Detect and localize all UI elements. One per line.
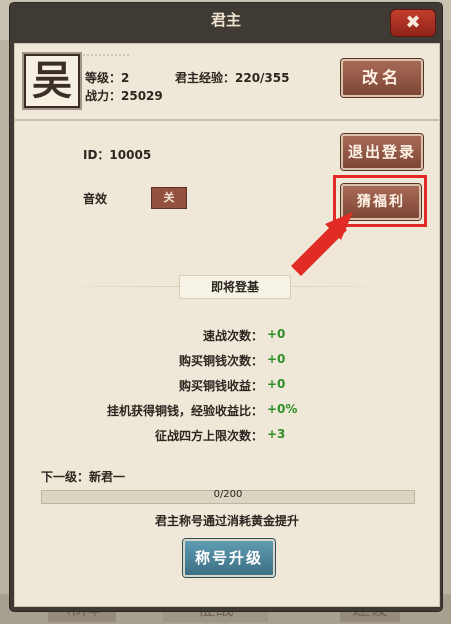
close-button[interactable]: ✖: [390, 9, 436, 37]
panel-content: 吴 等级：2 君主经验：220/355 战力：25029 改名 ID：10005…: [14, 43, 440, 607]
next-level-label: 下一级：新君一: [41, 470, 126, 484]
bonus-label: 购买铜钱收益：: [178, 379, 263, 393]
close-icon: ✖: [405, 12, 421, 33]
panel-titlebar: 君主 ✖: [10, 3, 442, 39]
bonus-value: +3: [267, 427, 286, 441]
progress-text: 0/200: [213, 489, 243, 500]
bonus-label: 征战四方上限次数：: [154, 429, 263, 443]
lord-panel: 君主 ✖ 吴 等级：2 君主经验：220/355 战力：25029 改名 ID：…: [10, 3, 442, 611]
bonus-value: +0%: [267, 402, 298, 416]
bonus-value: +0: [267, 377, 286, 391]
upgrade-hint: 君主称号通过消耗黄金提升: [154, 514, 299, 528]
panel-title: 君主: [210, 11, 241, 29]
bonus-value: +0: [267, 327, 286, 341]
bonus-label: 购买铜钱次数：: [178, 354, 263, 368]
bonus-label: 挂机获得铜钱，经验收益比：: [106, 404, 263, 418]
bonus-value: +0: [267, 352, 286, 366]
title-upgrade-button[interactable]: 称号升级: [183, 539, 275, 577]
bonus-label: 速战次数：: [202, 329, 263, 343]
next-title-banner: 即将登基: [179, 275, 291, 299]
